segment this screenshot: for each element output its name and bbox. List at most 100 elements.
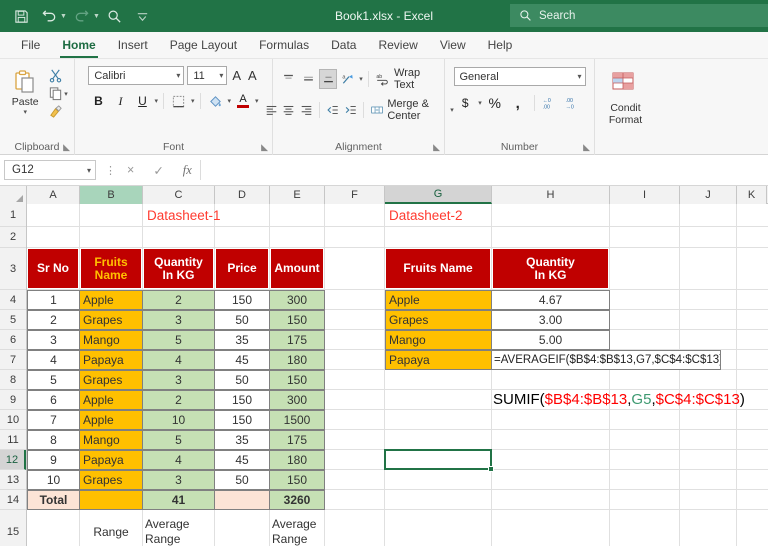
currency-chevron-down-icon[interactable]: ▾ [478,99,482,107]
ds1-cell-fruit-1[interactable]: Apple [79,290,143,310]
ds1-cell-sr-6[interactable]: 6 [27,390,80,410]
row-header-2[interactable]: 2 [0,227,26,248]
increase-font-size-icon[interactable]: A [230,68,243,83]
alignment-dialog-launcher-icon[interactable]: ◣ [433,142,440,153]
row-header-5[interactable]: 5 [0,310,26,330]
column-header-c[interactable]: C [143,186,215,204]
column-header-k[interactable]: K [737,186,767,204]
ds1-cell-amount-2[interactable]: 150 [269,310,325,330]
font-name-chevron-down-icon[interactable]: ▾ [176,71,180,80]
ds1-total-qty[interactable]: 41 [142,490,215,510]
ds1-total-label[interactable]: Total [27,490,80,510]
ds1-cell-qty-2[interactable]: 3 [142,310,215,330]
number-format-combo[interactable]: General ▾ [453,67,586,86]
column-header-a[interactable]: A [27,186,80,204]
ds1-cell-sr-5[interactable]: 5 [27,370,80,390]
tab-data[interactable]: Data [320,34,367,58]
sheet-surface[interactable]: Datasheet-1 Datasheet-2 Sr No Fruits Nam… [27,204,768,546]
ds1-cell-sr-1[interactable]: 1 [27,290,80,310]
increase-decimal-button[interactable]: ←0 .00 [541,93,561,113]
ds1-cell-qty-3[interactable]: 5 [142,330,215,350]
ds1-cell-qty-8[interactable]: 5 [142,430,215,450]
comma-style-button[interactable]: , [508,93,528,113]
copy-chevron-down-icon[interactable]: ▾ [64,90,68,98]
undo-icon[interactable] [36,4,62,28]
ds1-cell-amount-9[interactable]: 180 [269,450,325,470]
ds1-cell-amount-8[interactable]: 175 [269,430,325,450]
ds1-cell-price-10[interactable]: 50 [214,470,270,490]
ds1-cell-amount-6[interactable]: 300 [269,390,325,410]
font-name-combo[interactable]: Calibri ▾ [88,66,185,85]
insert-function-icon[interactable]: fx [183,163,192,178]
ds1-cell-sr-7[interactable]: 7 [27,410,80,430]
number-format-chevron-down-icon[interactable]: ▾ [577,72,581,81]
confirm-edit-icon[interactable]: ✓ [153,163,163,178]
ds1-cell-sr-2[interactable]: 2 [27,310,80,330]
font-color-chevron-down-icon[interactable]: ▾ [255,97,259,105]
font-color-button[interactable]: A [233,91,253,111]
ds1-cell-price-1[interactable]: 150 [214,290,270,310]
tab-review[interactable]: Review [367,34,428,58]
ds1-cell-fruit-2[interactable]: Grapes [79,310,143,330]
customize-qat-icon[interactable] [130,4,156,28]
redo-icon[interactable] [69,4,95,28]
merge-center-button[interactable]: Merge & Center ▾ [369,98,454,122]
conditional-formatting-button[interactable]: Condit Format [609,71,642,126]
paste-button[interactable]: Paste ▾ [6,69,44,116]
undo-chevron-down-icon[interactable]: ▼ [60,13,67,20]
ds2-cell-fruit-1[interactable]: Apple [385,290,492,310]
ds1-cell-price-4[interactable]: 45 [214,350,270,370]
ds1-cell-price-8[interactable]: 35 [214,430,270,450]
row-header-15[interactable]: 15 [0,510,26,546]
ds1-cell-qty-7[interactable]: 10 [142,410,215,430]
row-header-13[interactable]: 13 [0,470,26,490]
ds1-total-amount[interactable]: 3260 [269,490,325,510]
tab-file[interactable]: File [10,34,51,58]
ds1-cell-sr-9[interactable]: 9 [27,450,80,470]
ds1-cell-qty-6[interactable]: 2 [142,390,215,410]
column-header-d[interactable]: D [215,186,270,204]
underline-chevron-down-icon[interactable]: ▾ [154,97,158,105]
formula-input[interactable] [199,160,764,180]
column-header-j[interactable]: J [680,186,737,204]
align-right-button[interactable] [299,100,315,120]
ds1-cell-price-9[interactable]: 45 [214,450,270,470]
ds1-cell-fruit-7[interactable]: Apple [79,410,143,430]
ds1-cell-amount-10[interactable]: 150 [269,470,325,490]
fill-color-button[interactable] [206,91,226,111]
underline-button[interactable]: U [132,91,152,111]
ds1-cell-amount-1[interactable]: 300 [269,290,325,310]
fill-color-chevron-down-icon[interactable]: ▾ [228,97,232,105]
column-header-f[interactable]: F [325,186,385,204]
row-header-12[interactable]: 12 [0,450,26,470]
ds1-cell-qty-1[interactable]: 2 [142,290,215,310]
column-header-h[interactable]: H [492,186,610,204]
ds1-cell-price-5[interactable]: 50 [214,370,270,390]
tab-home[interactable]: Home [51,34,106,58]
italic-button[interactable]: I [110,91,130,111]
row-header-1[interactable]: 1 [0,204,26,227]
ds1-cell-qty-5[interactable]: 3 [142,370,215,390]
orientation-button[interactable]: a [339,69,357,89]
ds1-cell-fruit-10[interactable]: Grapes [79,470,143,490]
currency-button[interactable]: $ [455,93,475,113]
tab-help[interactable]: Help [477,34,524,58]
search-icon[interactable] [102,4,128,28]
percent-button[interactable]: % [485,93,505,113]
ds2-cell-qty-3[interactable]: 5.00 [491,330,610,350]
row-header-6[interactable]: 6 [0,330,26,350]
row-header-14[interactable]: 14 [0,490,26,510]
ds1-cell-amount-7[interactable]: 1500 [269,410,325,430]
name-box-chevron-down-icon[interactable]: ▾ [87,166,91,175]
redo-chevron-down-icon[interactable]: ▼ [93,13,100,20]
ds2-cell-fruit-2[interactable]: Grapes [385,310,492,330]
paste-chevron-down-icon[interactable]: ▾ [23,108,27,116]
align-left-button[interactable] [263,100,279,120]
row-header-8[interactable]: 8 [0,370,26,390]
tab-view[interactable]: View [429,34,477,58]
search-box[interactable]: Search [510,4,768,27]
ds2-cell-formula-averageif[interactable]: =AVERAGEIF($B$4:$B$13,G7,$C$4:$C$13) [491,350,721,370]
ds1-cell-fruit-6[interactable]: Apple [79,390,143,410]
row-header-9[interactable]: 9 [0,390,26,410]
ds1-cell-price-3[interactable]: 35 [214,330,270,350]
